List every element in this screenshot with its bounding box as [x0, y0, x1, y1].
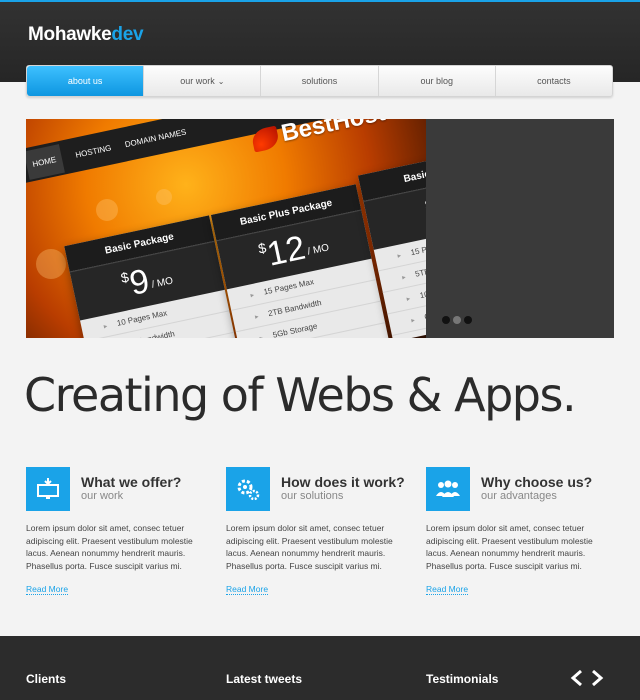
feature-subtitle: our work — [81, 490, 124, 502]
price-amount: 9 — [126, 261, 153, 303]
feature-text: Lorem ipsum dolor sit amet, consec tetue… — [426, 523, 593, 571]
slide-brand: BestHost — [278, 119, 388, 148]
price-currency: $ — [423, 195, 426, 214]
nav-item-our-work[interactable]: our work ⌄ — [143, 66, 260, 96]
nav-label: about us — [67, 76, 103, 86]
slide-scene: HOME HOSTING DOMAIN NAMES BestHost Basic… — [26, 119, 426, 338]
nav-item-solutions[interactable]: solutions — [260, 66, 377, 96]
chevron-left-icon[interactable] — [570, 670, 584, 686]
feature-title: Why choose us? — [481, 474, 593, 490]
read-more-link[interactable]: Read More — [226, 584, 269, 595]
feature-text: Lorem ipsum dolor sit amet, consec tetue… — [226, 523, 393, 571]
gears-icon — [226, 467, 270, 511]
slider-dot-1[interactable] — [442, 316, 450, 324]
footer-heading-tweets: Latest tweets — [226, 672, 303, 686]
footer-heading-clients: Clients — [26, 672, 67, 686]
price-period: / MO — [150, 275, 175, 291]
page-headline: Creating of Webs & Apps. — [24, 368, 577, 422]
chevron-right-icon[interactable] — [590, 670, 604, 686]
feature-subtitle: our advantages — [481, 490, 557, 502]
slide-menu-item: HOSTING — [74, 142, 113, 160]
nav-item-contacts[interactable]: contacts — [494, 66, 612, 96]
chevron-down-icon: ⌄ — [217, 76, 225, 86]
testimonials-nav — [570, 670, 604, 686]
footer-heading-testimonials: Testimonials — [426, 672, 499, 686]
nav-label: solutions — [301, 76, 338, 86]
slide-image[interactable]: HOME HOSTING DOMAIN NAMES BestHost Basic… — [26, 119, 426, 338]
people-icon — [426, 467, 470, 511]
main-nav: about us our work ⌄ solutions our blog c… — [26, 65, 613, 97]
monitor-icon — [26, 467, 70, 511]
slide-menu-item: HOME — [26, 143, 65, 180]
price-amount: 12 — [263, 228, 309, 274]
read-more-link[interactable]: Read More — [26, 584, 69, 595]
site-footer: Clients Latest tweets Testimonials — [0, 636, 640, 700]
slide-menu-item: DOMAIN NAMES — [123, 126, 188, 149]
nav-label: contacts — [537, 76, 571, 86]
site-logo[interactable]: Mohawkedev — [28, 24, 144, 46]
feature-title: What we offer? — [81, 474, 182, 490]
nav-label: our work — [180, 76, 215, 86]
slider-dot-3[interactable] — [464, 316, 472, 324]
hero-slider: HOME HOSTING DOMAIN NAMES BestHost Basic… — [26, 119, 614, 338]
feature-title: How does it work? — [281, 474, 405, 490]
nav-label: our blog — [420, 76, 453, 86]
logo-text-main: Mohawke — [28, 24, 112, 45]
nav-item-our-blog[interactable]: our blog — [377, 66, 495, 96]
price-period: / MO — [306, 242, 331, 258]
slider-pagination — [442, 316, 472, 324]
nav-item-about-us[interactable]: about us — [27, 66, 144, 96]
logo-text-accent: dev — [111, 24, 144, 45]
feature-text: Lorem ipsum dolor sit amet, consec tetue… — [26, 523, 193, 571]
read-more-link[interactable]: Read More — [426, 584, 469, 595]
feature-subtitle: our solutions — [281, 490, 344, 502]
slider-dot-2[interactable] — [453, 316, 461, 324]
